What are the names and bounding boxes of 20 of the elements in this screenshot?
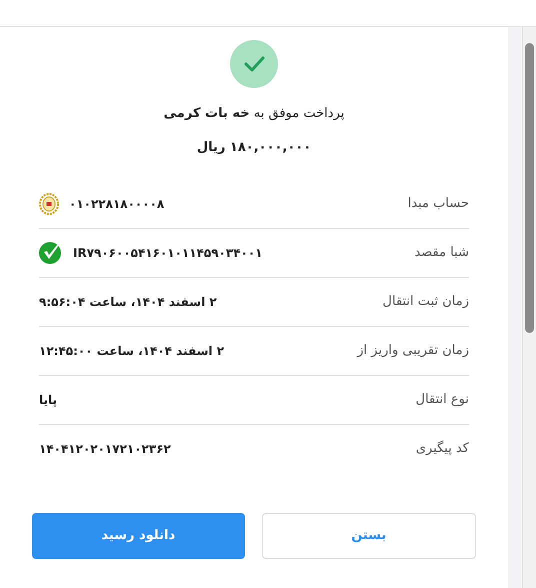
scrollbar-thumb[interactable] (525, 43, 534, 333)
detail-label: زمان ثبت انتقال (382, 293, 469, 312)
bank-logo-icon (39, 192, 59, 214)
detail-label: شبا مقصد (414, 244, 469, 262)
detail-value: ۲ اسفند ۱۴۰۴، ساعت ۱۲:۴۵:۰۰ (39, 343, 224, 360)
detail-value: ۰۱۰۲۲۸۱۸۰۰۰۰۸ (69, 196, 164, 212)
payment-title: پرداخت موفق به خه بات کرمی (164, 105, 344, 123)
check-icon (39, 242, 63, 264)
success-icon (230, 40, 278, 88)
detail-label: زمان تقریبی واریز از (357, 342, 469, 360)
detail-label: کد پیگیری (416, 440, 469, 458)
download-receipt-button[interactable]: دانلود رسید (32, 513, 244, 559)
detail-value: IR۷۹۰۶۰۰۵۴۱۶۰۱۰۱۱۴۵۹۰۳۴۰۰۱ (73, 245, 262, 262)
detail-value: ۲ اسفند ۱۴۰۴، ساعت ۹:۵۶:۰۴ (39, 294, 217, 311)
payment-amount: ۱۸۰,۰۰۰,۰۰۰ ریال (196, 138, 312, 156)
detail-label: حساب مبدا (408, 194, 469, 213)
close-button[interactable]: بستن (262, 513, 476, 559)
detail-value: ۱۴۰۴۱۲۰۲۰۱۷۲۱۰۲۳۶۲ (39, 441, 171, 458)
detail-label: نوع انتقال (416, 391, 469, 410)
detail-value: پایا (39, 392, 58, 409)
